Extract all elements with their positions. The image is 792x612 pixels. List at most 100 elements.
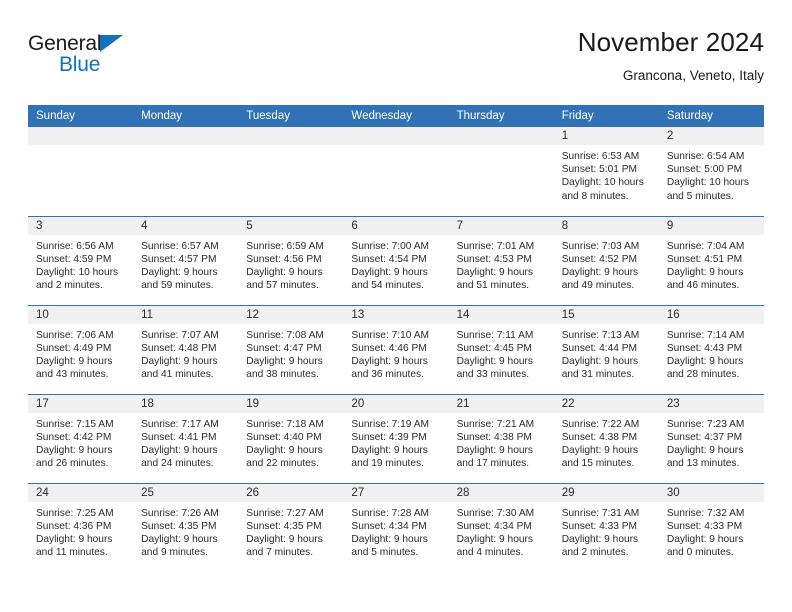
daylight-text-line2: and 31 minutes. (561, 369, 635, 381)
calendar-day-cell[interactable]: 26 Sunrise: 7:27 AM Sunset: 4:35 PM Dayligh… (238, 482, 344, 572)
calendar-day-cell[interactable]: 21 Sunrise: 7:21 AM Sunset: 4:38 PM Dayligh… (448, 393, 554, 483)
daylight-text-line1: Daylight: 9 hours (456, 266, 534, 278)
day-details: Sunrise: 7:22 AM Sunset: 4:38 PM Daylight:… (554, 413, 659, 471)
daylight-text-line2: and 38 minutes. (246, 369, 319, 381)
calendar-day-cell[interactable]: 4 Sunrise: 6:57 AM Sunset: 4:57 PM Daylight… (133, 215, 239, 305)
calendar-day-cell[interactable]: 1 Sunrise: 6:53 AM Sunset: 5:01 PM Daylight… (553, 127, 659, 216)
day-details: Sunrise: 7:30 AM Sunset: 4:34 PM Daylight:… (449, 502, 554, 560)
sunset-text: Sunset: 4:34 PM (456, 520, 532, 532)
daylight-text-line2: and 8 minutes. (561, 190, 629, 202)
calendar-day-cell[interactable]: 13 Sunrise: 7:10 AM Sunset: 4:46 PM Dayligh… (343, 304, 449, 394)
sunset-text: Sunset: 4:41 PM (141, 431, 217, 443)
calendar-day-cell[interactable]: 20 Sunrise: 7:19 AM Sunset: 4:39 PM Dayligh… (343, 393, 449, 483)
calendar-day-cell[interactable]: 2 Sunrise: 6:54 AM Sunset: 5:00 PM Daylight… (658, 127, 764, 216)
calendar-day-cell[interactable]: 3 Sunrise: 6:56 AM Sunset: 4:59 PM Daylight… (28, 215, 134, 305)
calendar-day-cell[interactable]: 9 Sunrise: 7:04 AM Sunset: 4:51 PM Daylight… (658, 215, 764, 305)
calendar-day-cell[interactable]: 30 Sunrise: 7:32 AM Sunset: 4:33 PM Dayligh… (658, 482, 764, 572)
day-details: Sunrise: 6:53 AM Sunset: 5:01 PM Daylight:… (554, 145, 659, 203)
daylight-text-line1: Daylight: 10 hours (666, 177, 749, 189)
calendar-day-cell[interactable]: 14 Sunrise: 7:11 AM Sunset: 4:45 PM Dayligh… (448, 304, 554, 394)
day-number: 3 (28, 216, 134, 235)
sunrise-text: Sunrise: 7:08 AM (246, 329, 324, 341)
calendar-table: Sunday Monday Tuesday Wednesday Thursday… (28, 105, 764, 572)
calendar-day-cell[interactable]: 17 Sunrise: 7:15 AM Sunset: 4:42 PM Dayligh… (28, 393, 134, 483)
page-title: November 2024 (577, 27, 764, 57)
day-number: 23 (658, 394, 764, 413)
sunrise-text: Sunrise: 7:27 AM (246, 507, 324, 519)
calendar-day-cell[interactable]: 7 Sunrise: 7:01 AM Sunset: 4:53 PM Daylight… (448, 215, 554, 305)
day-number: 10 (28, 305, 134, 324)
daylight-text-line1: Daylight: 9 hours (36, 533, 113, 545)
daylight-text-line2: and 33 minutes. (456, 369, 530, 381)
sunset-text: Sunset: 4:39 PM (351, 431, 427, 443)
day-number: 26 (238, 483, 344, 502)
calendar-day-cell[interactable]: 28 Sunrise: 7:30 AM Sunset: 4:34 PM Dayligh… (448, 482, 554, 572)
daylight-text-line1: Daylight: 9 hours (666, 266, 744, 278)
day-details: Sunrise: 7:13 AM Sunset: 4:44 PM Daylight:… (554, 324, 659, 382)
sunrise-text: Sunrise: 7:01 AM (456, 240, 535, 252)
day-details: Sunrise: 7:26 AM Sunset: 4:35 PM Daylight:… (133, 502, 238, 560)
day-details: Sunrise: 7:32 AM Sunset: 4:33 PM Daylight:… (659, 502, 764, 560)
calendar-day-cell[interactable]: 10 Sunrise: 7:06 AM Sunset: 4:49 PM Dayligh… (28, 304, 134, 394)
calendar-day-cell[interactable]: 19 Sunrise: 7:18 AM Sunset: 4:40 PM Dayligh… (238, 393, 344, 483)
daylight-text-line1: Daylight: 9 hours (351, 444, 428, 456)
daylight-text-line1: Daylight: 9 hours (36, 444, 113, 456)
sunrise-text: Sunrise: 6:54 AM (666, 151, 745, 162)
daylight-text-line1: Daylight: 9 hours (351, 355, 428, 367)
day-number: 22 (553, 394, 659, 413)
sunrise-text: Sunrise: 6:59 AM (246, 240, 324, 252)
sunrise-text: Sunrise: 6:53 AM (561, 151, 640, 162)
calendar-day-cell[interactable]: 24 Sunrise: 7:25 AM Sunset: 4:36 PM Dayligh… (28, 482, 134, 572)
calendar-page: General Blue November 2024 Grancona, Ven… (0, 0, 792, 612)
day-number: 27 (343, 483, 449, 502)
day-number: 17 (28, 394, 134, 413)
daylight-text-line1: Daylight: 9 hours (246, 444, 323, 456)
calendar-day-cell[interactable]: 27 Sunrise: 7:28 AM Sunset: 4:34 PM Dayligh… (343, 482, 449, 572)
calendar-day-cell[interactable]: 18 Sunrise: 7:17 AM Sunset: 4:41 PM Dayligh… (133, 393, 239, 483)
day-number: 28 (448, 483, 554, 502)
calendar-day-cell-empty (238, 127, 344, 216)
weekday-header-tuesday: Tuesday (238, 105, 344, 127)
daylight-text-line1: Daylight: 9 hours (666, 444, 744, 456)
sunrise-text: Sunrise: 7:13 AM (561, 329, 640, 341)
day-number: 2 (658, 127, 764, 145)
sunset-text: Sunset: 4:38 PM (456, 431, 532, 443)
day-details: Sunrise: 7:10 AM Sunset: 4:46 PM Daylight:… (343, 324, 448, 382)
day-number: 9 (658, 216, 764, 235)
day-number: 21 (448, 394, 554, 413)
day-details: Sunrise: 7:01 AM Sunset: 4:53 PM Daylight:… (449, 235, 554, 293)
weekday-header-friday: Friday (553, 105, 659, 127)
sunset-text: Sunset: 4:46 PM (351, 342, 427, 354)
calendar-day-cell[interactable]: 29 Sunrise: 7:31 AM Sunset: 4:33 PM Dayligh… (553, 482, 659, 572)
daylight-text-line2: and 28 minutes. (666, 369, 740, 381)
day-number (448, 127, 554, 145)
day-number: 30 (658, 483, 764, 502)
day-details: Sunrise: 6:54 AM Sunset: 5:00 PM Daylight:… (659, 145, 764, 203)
sunset-text: Sunset: 4:33 PM (666, 520, 743, 532)
calendar-day-cell[interactable]: 5 Sunrise: 6:59 AM Sunset: 4:56 PM Daylight… (238, 215, 344, 305)
calendar-day-cell[interactable]: 12 Sunrise: 7:08 AM Sunset: 4:47 PM Dayligh… (238, 304, 344, 394)
day-details: Sunrise: 7:04 AM Sunset: 4:51 PM Daylight:… (659, 235, 764, 293)
weekday-header-monday: Monday (133, 105, 239, 127)
calendar-day-cell[interactable]: 11 Sunrise: 7:07 AM Sunset: 4:48 PM Dayligh… (133, 304, 239, 394)
calendar-day-cell[interactable]: 15 Sunrise: 7:13 AM Sunset: 4:44 PM Dayligh… (553, 304, 659, 394)
calendar-day-cell[interactable]: 25 Sunrise: 7:26 AM Sunset: 4:35 PM Dayligh… (133, 482, 239, 572)
weekday-header-wednesday: Wednesday (343, 105, 449, 127)
sunrise-text: Sunrise: 7:11 AM (456, 329, 534, 341)
day-details: Sunrise: 7:03 AM Sunset: 4:52 PM Daylight:… (554, 235, 659, 293)
calendar-day-cell[interactable]: 22 Sunrise: 7:22 AM Sunset: 4:38 PM Dayligh… (553, 393, 659, 483)
day-details: Sunrise: 7:18 AM Sunset: 4:40 PM Daylight:… (238, 413, 343, 471)
day-number: 15 (553, 305, 659, 324)
daylight-text-line1: Daylight: 9 hours (141, 355, 218, 367)
sunrise-text: Sunrise: 7:30 AM (456, 507, 535, 519)
calendar-day-cell[interactable]: 23 Sunrise: 7:23 AM Sunset: 4:37 PM Dayligh… (658, 393, 764, 483)
sunset-text: Sunset: 4:42 PM (36, 431, 112, 443)
calendar-day-cell[interactable]: 6 Sunrise: 7:00 AM Sunset: 4:54 PM Daylight… (343, 215, 449, 305)
sunset-text: Sunset: 4:49 PM (36, 342, 112, 354)
sunrise-text: Sunrise: 7:21 AM (456, 418, 535, 430)
daylight-text-line2: and 0 minutes. (666, 547, 734, 559)
calendar-day-cell[interactable]: 8 Sunrise: 7:03 AM Sunset: 4:52 PM Daylight… (553, 215, 659, 305)
sunrise-text: Sunrise: 7:14 AM (666, 329, 745, 341)
day-number: 29 (553, 483, 659, 502)
calendar-day-cell[interactable]: 16 Sunrise: 7:14 AM Sunset: 4:43 PM Dayligh… (658, 304, 764, 394)
